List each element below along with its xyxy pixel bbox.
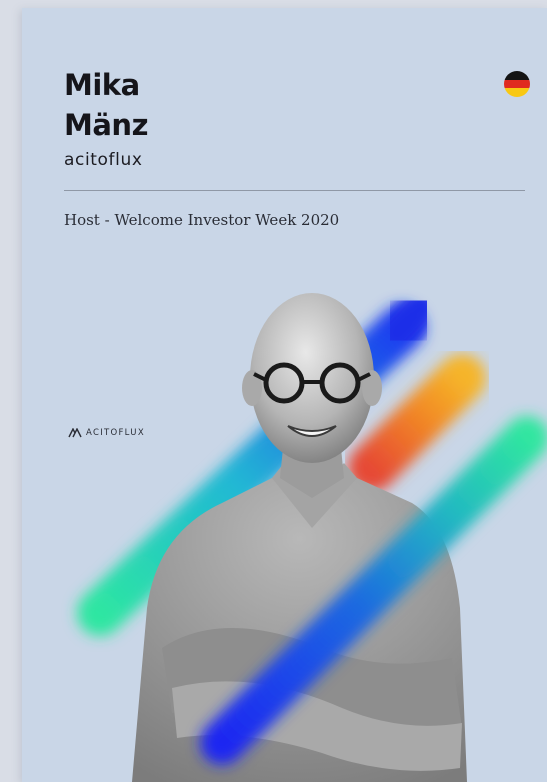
blue-stripe (377, 288, 440, 353)
logo-text: ACITOFLUX (86, 428, 145, 438)
portrait-artwork (77, 288, 547, 782)
orange-stripe (348, 354, 486, 492)
acitoflux-logo: ACITOFLUX (68, 428, 145, 438)
acitoflux-logo-icon (68, 428, 82, 438)
speaker-card: Mika Mänz acitoflux Host - Welcome Inves… (22, 8, 547, 782)
